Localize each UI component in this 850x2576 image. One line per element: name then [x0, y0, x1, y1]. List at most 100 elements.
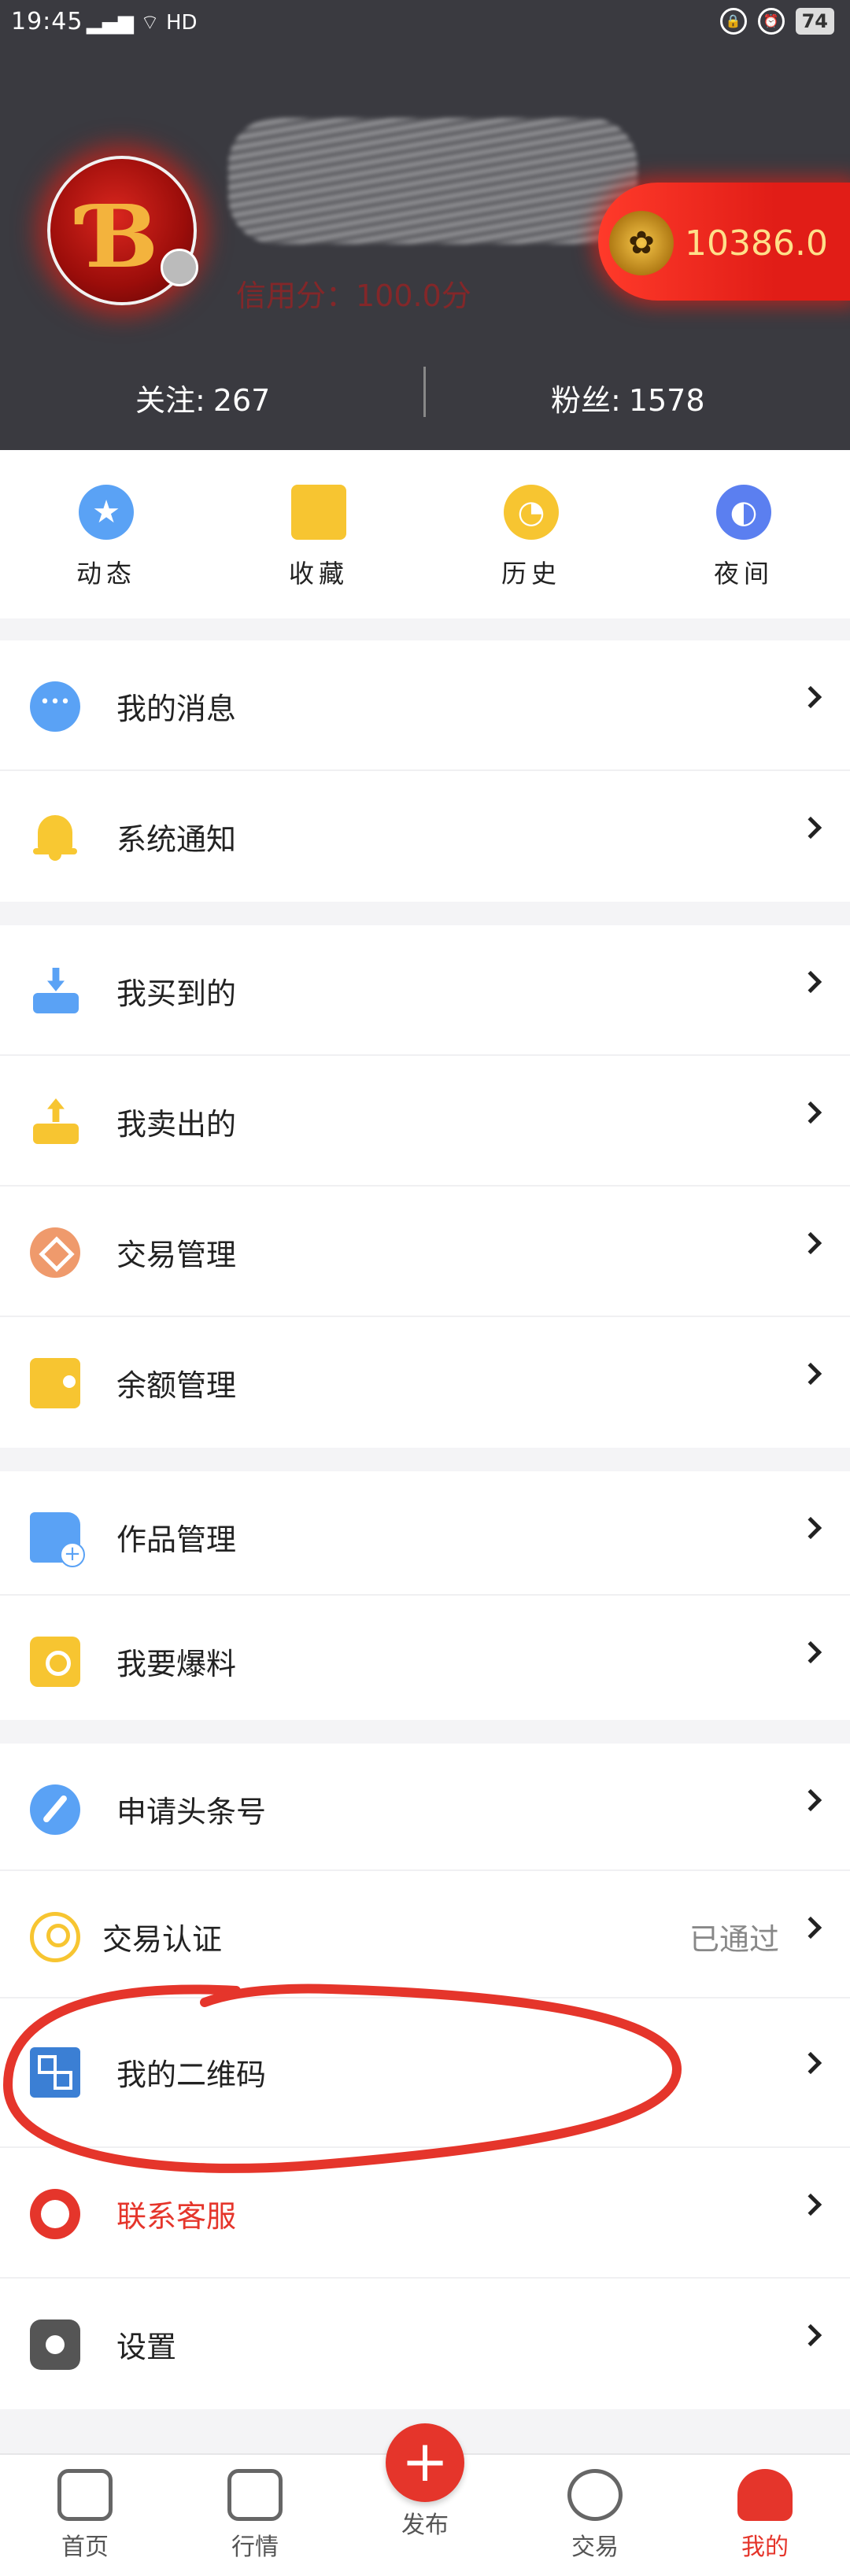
fans-stat[interactable]: 粉丝: 1578	[551, 376, 705, 419]
quick-favorites[interactable]: 收藏	[213, 450, 425, 618]
menu-group-account: 申请头条号 交易认证 已通过 我的二维码 联系客服 设置	[0, 1744, 850, 2409]
quick-label: 夜间	[713, 559, 774, 589]
menu-label: 系统通知	[116, 822, 237, 857]
wallet-icon	[30, 1358, 80, 1408]
menu-item-balance-manage[interactable]: 余额管理	[0, 1317, 850, 1448]
menu-item-sold[interactable]: 我卖出的	[0, 1056, 850, 1187]
menu-label: 我卖出的	[116, 1107, 237, 1142]
pen-icon	[30, 1784, 80, 1835]
menu-label: 我要爆料	[116, 1647, 237, 1681]
quick-night[interactable]: ◐ 夜间	[638, 450, 850, 618]
moon-icon: ◐	[716, 485, 771, 540]
menu-label: 设置	[116, 2330, 177, 2364]
clock-icon: ◔	[504, 485, 559, 540]
menu-item-report[interactable]: 我要爆料	[0, 1596, 850, 1720]
menu-item-trade-manage[interactable]: 交易管理	[0, 1187, 850, 1317]
alarm-icon: ⏰	[757, 8, 785, 35]
tab-publish[interactable]: + 发布	[340, 2423, 510, 2576]
bell-icon	[30, 812, 80, 862]
chat-bubble-icon	[30, 681, 80, 732]
chevron-right-icon	[799, 2323, 822, 2347]
menu-group-works: 作品管理 我要爆料	[0, 1471, 850, 1720]
follow-stats: 关注: 267 粉丝: 1578	[0, 367, 850, 422]
menu-label: 申请头条号	[116, 1795, 267, 1829]
menu-item-notifications[interactable]: 系统通知	[0, 771, 850, 902]
home-icon	[57, 2469, 113, 2521]
status-time: 19:45	[11, 8, 83, 35]
user-icon	[737, 2469, 793, 2521]
menu-label: 余额管理	[116, 1368, 237, 1403]
star-icon: ★	[79, 485, 134, 540]
status-bar: 19:45 ▂▄▆ ⌔ HD 🔒 ⏰ 74	[0, 0, 850, 47]
menu-item-settings[interactable]: 设置	[0, 2279, 850, 2409]
quick-label: 收藏	[288, 559, 349, 589]
tab-label: 交易	[571, 2534, 619, 2561]
tab-label: 首页	[61, 2534, 109, 2561]
bottom-tab-bar: 首页 行情 + 发布 交易 我的	[0, 2423, 850, 2576]
quick-actions: ★ 动态 收藏 ◔ 历史 ◐ 夜间	[0, 450, 850, 618]
bee-icon: ✿	[609, 211, 674, 275]
menu-label: 交易认证	[102, 1922, 223, 1957]
tab-label: 行情	[231, 2534, 279, 2561]
chevron-right-icon	[799, 1640, 822, 1664]
battery-indicator: 74	[795, 8, 834, 35]
menu-group-trade: 我买到的 我卖出的 交易管理 余额管理	[0, 925, 850, 1448]
avatar-badge	[161, 249, 198, 286]
menu-label: 我的消息	[116, 692, 237, 726]
quick-label: 历史	[501, 559, 561, 589]
chevron-right-icon	[799, 1101, 822, 1124]
chevron-right-icon	[799, 970, 822, 994]
menu-item-apply-headline[interactable]: 申请头条号	[0, 1744, 850, 1871]
menu-group-messages: 我的消息 系统通知	[0, 640, 850, 902]
menu-item-messages[interactable]: 我的消息	[0, 640, 850, 771]
tab-home[interactable]: 首页	[0, 2455, 170, 2576]
tab-label: 发布	[401, 2511, 449, 2539]
menu-item-customer-service[interactable]: 联系客服	[0, 2148, 850, 2279]
quick-label: 动态	[76, 559, 136, 589]
chevron-right-icon	[799, 1516, 822, 1540]
tab-market[interactable]: 行情	[170, 2455, 340, 2576]
credit-score: 信用分：100.0分	[236, 279, 471, 313]
quick-dynamic[interactable]: ★ 动态	[0, 450, 213, 618]
menu-label: 联系客服	[116, 2199, 237, 2234]
following-stat[interactable]: 关注: 267	[135, 376, 270, 419]
fans-label: 粉丝:	[551, 383, 621, 418]
tab-label: 我的	[741, 2534, 789, 2561]
menu-label: 作品管理	[116, 1522, 237, 1557]
document-add-icon	[30, 1512, 85, 1567]
chevron-right-icon	[799, 1231, 822, 1255]
stat-divider	[423, 367, 426, 417]
menu-label: 我的二维码	[116, 2057, 267, 2092]
upload-tray-icon	[30, 1097, 80, 1147]
menu-item-trade-auth[interactable]: 交易认证 已通过	[0, 1871, 850, 1998]
chevron-right-icon	[799, 2193, 822, 2216]
chevron-right-icon	[799, 1788, 822, 1812]
box-icon	[291, 485, 346, 540]
menu-item-qr-code[interactable]: 我的二维码	[0, 1998, 850, 2148]
chevron-right-icon	[799, 1916, 822, 1939]
following-count: 267	[213, 383, 271, 418]
lock-icon: 🔒	[719, 8, 747, 35]
fans-count: 1578	[628, 383, 705, 418]
coin-value: 10386.0	[685, 223, 828, 264]
download-tray-icon	[30, 966, 80, 1017]
trade-icon	[30, 1227, 80, 1278]
chevron-right-icon	[799, 1362, 822, 1386]
coin-balance[interactable]: ✿ 10386.0	[598, 183, 850, 301]
headset-icon	[30, 2189, 80, 2239]
menu-item-bought[interactable]: 我买到的	[0, 925, 850, 1056]
avatar[interactable]: Ɓ	[47, 156, 198, 305]
trade-icon	[567, 2469, 623, 2521]
avatar-logo: Ɓ	[85, 186, 158, 287]
trade-auth-status: 已通过	[689, 1922, 779, 1957]
quick-history[interactable]: ◔ 历史	[425, 450, 638, 618]
bar-chart-icon	[227, 2469, 283, 2521]
qr-code-icon	[30, 2047, 80, 2098]
signal-icon: ▂▄▆ ⌔ HD	[87, 11, 198, 35]
plus-icon: +	[386, 2423, 464, 2502]
certified-user-icon	[30, 1912, 80, 1962]
tab-trade[interactable]: 交易	[510, 2455, 680, 2576]
nickname-blurred	[228, 118, 638, 244]
menu-item-works-manage[interactable]: 作品管理	[0, 1471, 850, 1596]
tab-mine[interactable]: 我的	[680, 2455, 850, 2576]
